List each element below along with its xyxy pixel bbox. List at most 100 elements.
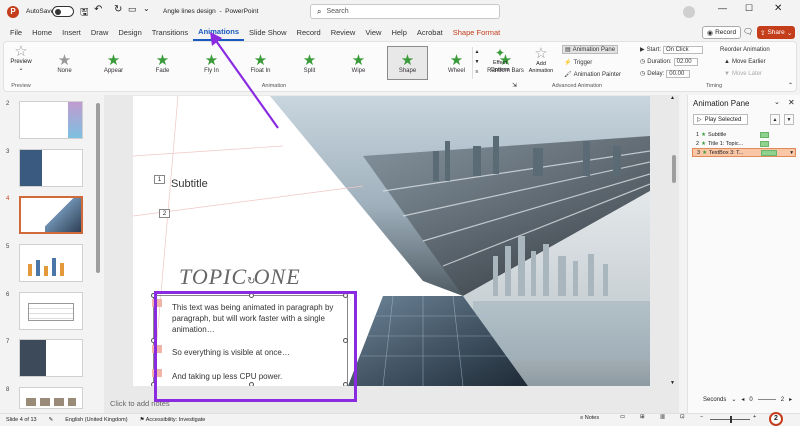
zoom-in-icon[interactable]: + <box>753 414 756 420</box>
star-icon: ★ <box>155 51 170 69</box>
start-from-beginning-icon[interactable]: ▭ <box>128 4 137 15</box>
reorder-up-button[interactable]: ▲ <box>770 114 780 125</box>
trigger-button[interactable]: ⚡ Trigger <box>564 58 592 67</box>
redo-icon[interactable]: ↻ <box>114 4 122 15</box>
animation-split[interactable]: ★ Split <box>289 46 330 80</box>
tab-shape-format[interactable]: Shape Format <box>448 25 506 41</box>
spelling-icon[interactable]: ✎ <box>49 417 54 423</box>
lightning-icon: ⚡ <box>564 60 572 66</box>
animation-item[interactable]: 2 ★ Title 1: Topic... <box>692 139 796 148</box>
delay-input[interactable]: 00.00 <box>666 69 691 78</box>
tab-draw[interactable]: Draw <box>86 25 114 41</box>
animation-none[interactable]: ★ None <box>44 46 85 80</box>
document-title: Angle lines design - PowerPoint <box>163 8 259 15</box>
star-icon: ★ <box>302 51 317 69</box>
start-select[interactable]: On Click <box>662 45 703 54</box>
quick-access-more-icon[interactable]: ⌄ <box>143 4 150 13</box>
normal-view-icon[interactable]: ▭ <box>620 414 625 420</box>
slide-thumb-2[interactable] <box>19 101 83 139</box>
ribbon-tabs: File Home Insert Draw Design Transitions… <box>0 25 800 41</box>
move-earlier-button[interactable]: ▲ Move Earlier <box>724 57 766 66</box>
tab-file[interactable]: File <box>5 25 27 41</box>
play-selected-button[interactable]: ▷ Play Selected <box>693 114 748 125</box>
tab-acrobat[interactable]: Acrobat <box>412 25 448 41</box>
slide-subtitle[interactable]: Subtitle <box>171 178 208 190</box>
comments-icon[interactable]: 🗨 <box>743 27 753 36</box>
animation-tag[interactable]: 1 <box>154 175 165 184</box>
tab-review[interactable]: Review <box>326 25 361 41</box>
save-icon[interactable]: 🖫 <box>80 5 89 22</box>
seconds-dropdown[interactable]: Seconds <box>703 397 726 403</box>
search-input[interactable]: Search <box>326 8 348 15</box>
tab-transitions[interactable]: Transitions <box>147 25 193 41</box>
close-pane-icon[interactable]: ✕ <box>788 98 795 107</box>
timing-group-label: Timing <box>705 83 723 89</box>
tab-view[interactable]: View <box>360 25 386 41</box>
reorder-down-button[interactable]: ▼ <box>784 114 794 125</box>
clock-icon: ◷ <box>640 71 646 77</box>
undo-icon[interactable]: ↶ <box>94 4 102 15</box>
close-icon[interactable]: ✕ <box>774 3 782 14</box>
move-later-button[interactable]: ▼ Move Later <box>724 69 762 78</box>
zoom-slider[interactable] <box>710 416 750 423</box>
reading-view-icon[interactable]: ▥ <box>660 414 665 420</box>
animation-tag[interactable]: 2 <box>159 209 170 218</box>
dialog-launcher-icon[interactable]: ⇲ <box>512 82 517 89</box>
zoom-out-icon[interactable]: − <box>700 414 703 420</box>
tab-help[interactable]: Help <box>386 25 411 41</box>
tab-home[interactable]: Home <box>27 25 57 41</box>
slide-sorter-icon[interactable]: ⊞ <box>640 414 645 420</box>
animation-pane-button[interactable]: ▤ Animation Pane <box>562 45 619 54</box>
animation-item-selected[interactable]: 3 ★ TextBox 3: T... ▾ <box>692 148 796 157</box>
timeline-left-icon[interactable]: ◂ <box>741 396 744 403</box>
slide-title[interactable]: TOPIC ONE <box>179 264 301 290</box>
collapse-ribbon-icon[interactable]: ⌃ <box>788 82 793 89</box>
search-box[interactable]: ⌕ Search <box>310 4 500 19</box>
star-icon: ★ <box>701 131 706 138</box>
thumbs-scrollbar[interactable] <box>96 103 100 273</box>
slide-thumb-3[interactable] <box>19 149 83 187</box>
tab-record[interactable]: Record <box>292 25 326 41</box>
animation-appear[interactable]: ★ Appear <box>93 46 134 80</box>
star-icon: ★ <box>57 51 72 69</box>
pane-icon: ▤ <box>565 47 571 53</box>
animation-shape[interactable]: ★ Shape <box>387 46 428 80</box>
rotate-handle-icon[interactable]: ↻ <box>247 276 255 287</box>
slide-thumb-7[interactable] <box>19 339 83 377</box>
duration-input[interactable]: 02.00 <box>673 57 698 66</box>
zoom-badge[interactable]: 2 <box>769 412 783 426</box>
share-icon: ⇪ <box>760 29 766 37</box>
maximize-icon[interactable]: ☐ <box>745 3 753 14</box>
minimize-icon[interactable]: — <box>718 3 727 13</box>
scroll-down-icon[interactable]: ▼ <box>670 380 675 386</box>
animation-item[interactable]: 1 ★ Subtitle <box>692 130 796 139</box>
status-bar: Slide 4 of 13 ✎ English (United Kingdom)… <box>0 412 800 426</box>
tab-design[interactable]: Design <box>113 25 146 41</box>
share-button[interactable]: ⇪ Share ⌄ <box>757 26 796 39</box>
slideshow-view-icon[interactable]: ⊡ <box>680 414 685 420</box>
notes-placeholder[interactable]: Click to add notes <box>110 399 170 408</box>
slide-thumb-6[interactable] <box>19 292 83 330</box>
slide-thumb-5[interactable] <box>19 244 83 282</box>
accessibility-status[interactable]: ⚑ Accessibility: Investigate <box>140 417 206 423</box>
editor-scrollbar[interactable] <box>672 155 676 183</box>
tab-insert[interactable]: Insert <box>57 25 86 41</box>
effect-options-button[interactable]: ✦ Effect Options <box>486 46 514 74</box>
slide-thumb-8[interactable] <box>19 387 83 409</box>
record-button[interactable]: ◉ Record <box>702 26 742 39</box>
animation-fade[interactable]: ★ Fade <box>142 46 183 80</box>
preview-button[interactable]: ☆ Preview ⌄ <box>6 44 36 80</box>
language-indicator[interactable]: English (United Kingdom) <box>65 417 127 423</box>
scroll-up-icon[interactable]: ▲ <box>670 95 675 101</box>
animation-wheel[interactable]: ★ Wheel <box>436 46 477 80</box>
pane-options-icon[interactable]: ⌄ <box>774 98 780 106</box>
add-animation-button[interactable]: ☆ Add Animation <box>524 46 558 75</box>
slide-thumb-4[interactable] <box>19 196 83 234</box>
autosave-toggle[interactable] <box>52 6 74 17</box>
timeline-right-icon[interactable]: ▸ <box>789 396 792 403</box>
animation-painter-button[interactable]: 🖌 Animation Painter <box>564 70 621 79</box>
avatar[interactable] <box>683 6 695 18</box>
notes-button[interactable]: ≡ Notes <box>580 415 599 421</box>
animation-wipe[interactable]: ★ Wipe <box>338 46 379 80</box>
gallery-scroll[interactable]: ▲ ▼ ≡ <box>472 47 481 79</box>
